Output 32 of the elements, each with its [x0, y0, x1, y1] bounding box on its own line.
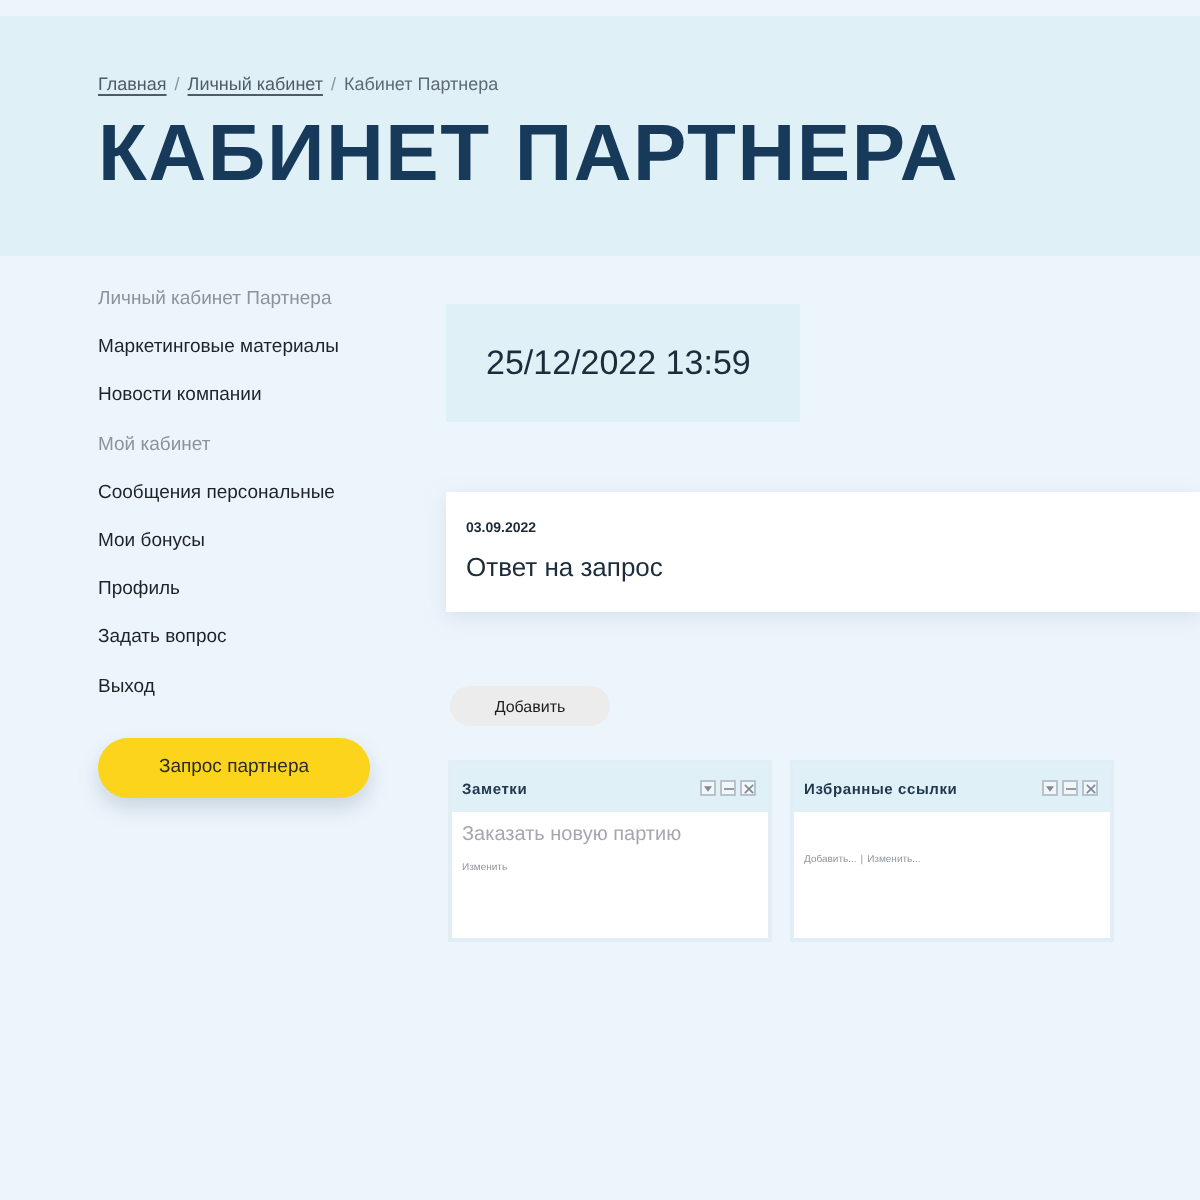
caret-icon: [1046, 785, 1054, 791]
partner-request-button[interactable]: Запрос партнера: [98, 737, 370, 798]
close-icon: [1085, 783, 1095, 793]
minus-icon: [1065, 787, 1075, 789]
close-icon: [743, 783, 753, 793]
close-button[interactable]: [740, 780, 756, 796]
page-title: КАБИНЕТ ПАРТНЕРА: [98, 108, 962, 202]
sidebar-item[interactable]: Задать вопрос: [98, 614, 446, 663]
sidebar-item[interactable]: Мои бонусы: [98, 517, 446, 567]
sidebar-heading: Личный кабинет Партнера: [98, 286, 334, 314]
breadcrumb-link[interactable]: Личный кабинет: [187, 74, 323, 94]
breadcrumb-link[interactable]: Главная: [98, 74, 167, 94]
minimize-button[interactable]: [1062, 780, 1078, 796]
datetime-text: 25/12/2022 13:59: [486, 343, 751, 383]
note-text: Заказать новую партию: [462, 824, 684, 848]
caret-icon: [704, 785, 712, 791]
sidebar-item[interactable]: Маркетинговые материалы: [98, 324, 446, 373]
sidebar-item[interactable]: Сообщения персональные: [98, 469, 446, 518]
breadcrumb-current: Кабинет Партнера: [344, 74, 499, 94]
add-button[interactable]: Добавить: [450, 686, 610, 726]
sidebar-item[interactable]: Новости компании: [98, 372, 446, 422]
close-button[interactable]: [1082, 780, 1098, 796]
sidebar-heading: Мой кабинет: [98, 431, 213, 460]
collapse-button[interactable]: [700, 780, 716, 796]
news-title: Ответ на запрос: [466, 552, 665, 584]
breadcrumb-separator: /: [331, 74, 337, 94]
minimize-button[interactable]: [720, 780, 736, 796]
sidebar-item[interactable]: Профиль: [98, 566, 446, 615]
sidebar-item[interactable]: Выход: [98, 663, 446, 712]
minus-icon: [723, 787, 733, 789]
breadcrumb-separator: /: [174, 74, 180, 94]
collapse-button[interactable]: [1042, 780, 1058, 796]
